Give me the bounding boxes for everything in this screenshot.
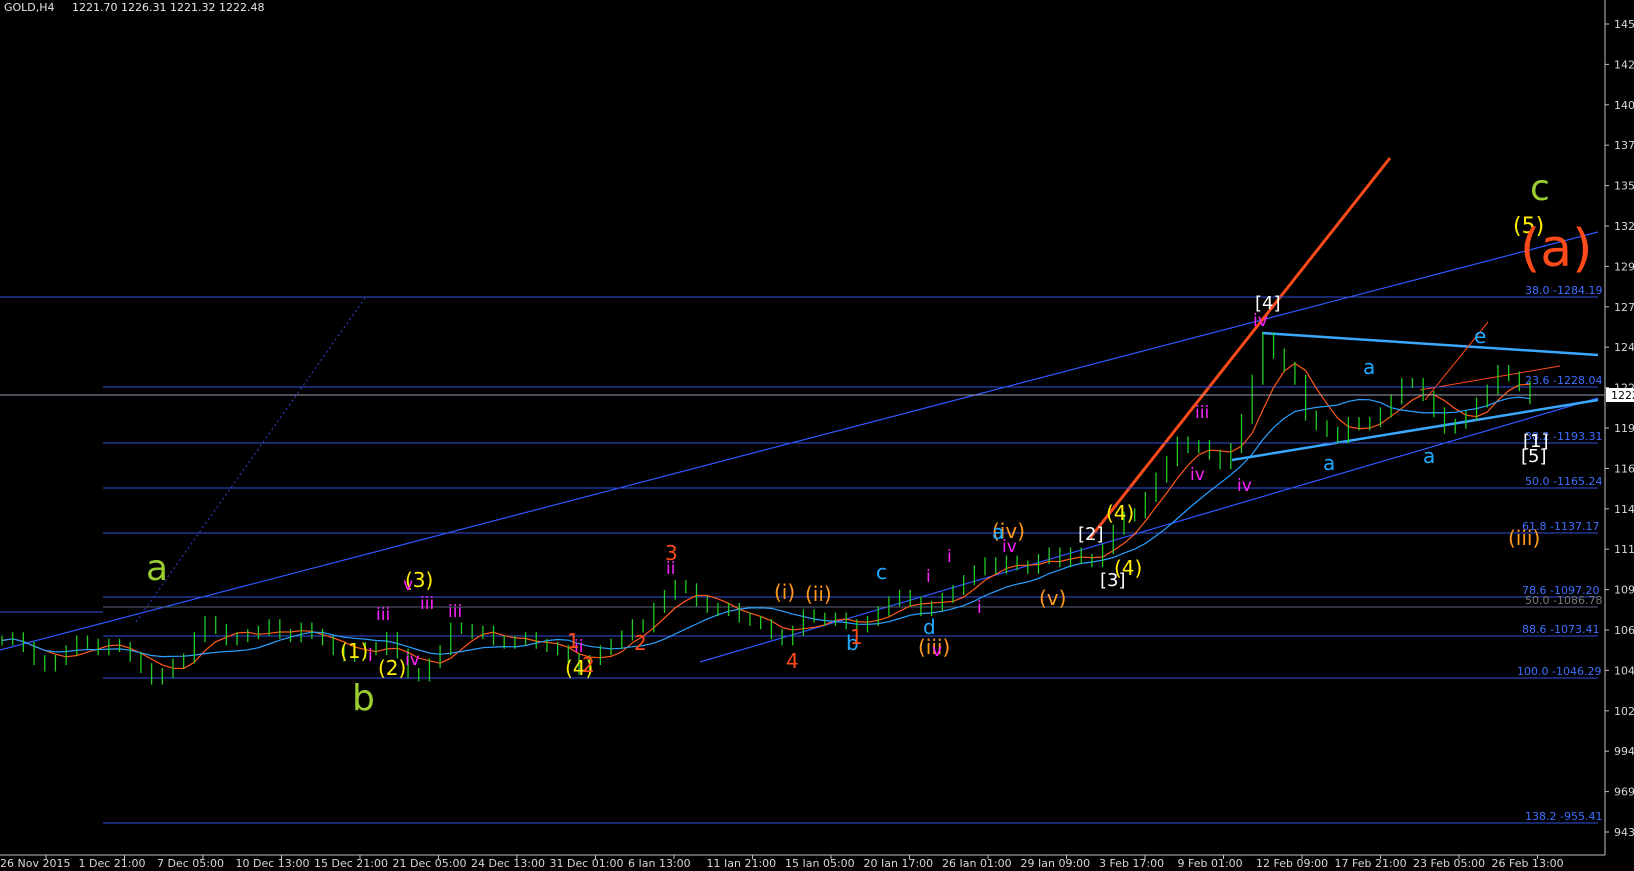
wave-label: a <box>146 548 168 589</box>
time-tick-label: 7 Dec 05:00 <box>157 857 224 867</box>
time-tick-label: 15 Dec 21:00 <box>314 857 388 867</box>
wave-label: a <box>1323 451 1335 475</box>
price-tick-label: 1298 <box>1614 260 1634 273</box>
price-tick-label: 1195 <box>1614 422 1634 435</box>
wave-label: iv <box>1002 537 1017 557</box>
price-tick-label: 1065 <box>1614 624 1634 637</box>
time-tick-label: 1 Dec 21:00 <box>79 857 146 867</box>
time-tick-label: 31 Dec 01:00 <box>550 857 624 867</box>
ohlc-readout: 1221.70 1226.31 1221.32 1222.48 <box>72 1 264 14</box>
wave-label: v <box>403 575 413 595</box>
price-tick-label: 1324 <box>1614 220 1634 233</box>
price-tick-label: 1143 <box>1614 503 1634 516</box>
wave-label: (i) <box>774 580 795 604</box>
price-tick-label: 1040 <box>1614 664 1634 677</box>
time-tick-label: 26 Feb 13:00 <box>1492 857 1564 867</box>
wave-label: c <box>876 560 887 584</box>
wave-label: iii <box>420 594 434 614</box>
price-tick-label: 994 <box>1614 745 1634 758</box>
fib-level-label: 100.0 -1046.29 <box>1517 665 1601 678</box>
wave-label: iii <box>376 605 390 625</box>
price-tick-label: 1020 <box>1614 705 1634 718</box>
time-tick-label: 26 Nov 2015 <box>0 857 70 867</box>
wave-label: i <box>947 547 952 567</box>
wave-label: iv <box>1237 476 1252 496</box>
wave-label: 2 <box>582 653 595 677</box>
wave-label: [5] <box>1521 446 1547 467</box>
wave-label: (2) <box>378 656 406 680</box>
fib-level-label: 50.0 -1086.78 <box>1525 594 1602 607</box>
fib-level-label: 38.0 -1284.19 <box>1525 284 1602 297</box>
price-chart[interactable]: 38.0 -1284.1923.6 -1228.0438.2 -1193.315… <box>0 0 1634 870</box>
time-tick-label: 23 Feb 05:00 <box>1413 857 1485 867</box>
wave-label: iv <box>1253 311 1268 331</box>
wave-label: 2 <box>634 631 647 655</box>
fib-level-label: 50.0 -1165.24 <box>1525 475 1602 488</box>
wave-label: 1 <box>850 625 863 649</box>
time-tick-label: 15 Jan 05:00 <box>785 857 855 867</box>
time-tick-label: 3 Feb 17:00 <box>1099 857 1164 867</box>
wave-label: v <box>932 641 942 661</box>
time-tick-label: 29 Jan 09:00 <box>1021 857 1091 867</box>
price-tick-label: 1350 <box>1614 180 1634 193</box>
wave-label: i <box>368 646 373 666</box>
wave-label: e <box>1474 324 1486 348</box>
time-tick-label: 6 Jan 13:00 <box>628 857 691 867</box>
price-tick-label: 943 <box>1614 826 1634 839</box>
wave-label: (iii) <box>1508 526 1540 550</box>
time-tick-label: 9 Feb 01:00 <box>1178 857 1243 867</box>
symbol-label: GOLD,H4 <box>4 1 55 14</box>
wave-label: 4 <box>786 649 799 673</box>
wave-label: i <box>926 567 931 587</box>
price-tick-label: 1272 <box>1614 301 1634 314</box>
time-tick-label: 20 Jan 17:00 <box>864 857 934 867</box>
fib-level-label: 138.2 -955.41 <box>1525 810 1602 823</box>
wave-label: (1) <box>340 639 368 663</box>
fib-level-label: 23.6 -1228.04 <box>1525 374 1602 387</box>
price-tick-label: 1091 <box>1614 584 1634 597</box>
wave-label: iii <box>1195 403 1209 423</box>
wave-label: (a) <box>1520 219 1592 279</box>
time-tick-label: 26 Jan 01:00 <box>942 857 1012 867</box>
time-tick-label: 10 Dec 13:00 <box>236 857 310 867</box>
price-tick-label: 1169 <box>1614 462 1634 475</box>
price-tick-label: 1458 <box>1614 18 1634 31</box>
price-tick-label: 1117 <box>1614 543 1634 556</box>
wave-label: (4) <box>1114 556 1142 580</box>
wave-label: (4) <box>1106 501 1134 525</box>
wave-label: c <box>1530 168 1550 209</box>
wave-label: b <box>352 678 375 719</box>
price-tick-label: 1375 <box>1614 139 1634 152</box>
wave-label: ii <box>666 559 675 579</box>
fib-level-label: 88.6 -1073.41 <box>1522 623 1599 636</box>
time-tick-label: 24 Dec 13:00 <box>471 857 545 867</box>
chart-area[interactable]: 38.0 -1284.19 23.6 -1228.04 38.2 -1193.31 5… <box>0 0 1634 870</box>
time-tick-label: 11 Jan 21:00 <box>707 857 777 867</box>
wave-label: iii <box>448 602 462 622</box>
time-tick-label: 12 Feb 09:00 <box>1256 857 1328 867</box>
time-tick-label: 17 Feb 21:00 <box>1335 857 1407 867</box>
current-price-label: 1222 <box>1611 389 1634 402</box>
wave-label: iv <box>1190 465 1205 485</box>
price-tick-label: 969 <box>1614 786 1634 799</box>
wave-label: a <box>1363 355 1375 379</box>
wave-label: 1 <box>567 629 580 653</box>
wave-label: i <box>977 598 982 618</box>
wave-label: a <box>1423 444 1435 468</box>
wave-label: iv <box>405 650 420 670</box>
price-tick-label: 1246 <box>1614 341 1634 354</box>
wave-label: (ii) <box>805 582 832 606</box>
wave-label: d <box>923 615 936 639</box>
price-tick-label: 1427 <box>1614 58 1634 71</box>
time-tick-label: 21 Dec 05:00 <box>393 857 467 867</box>
price-tick-label: 1401 <box>1614 99 1634 112</box>
wave-label: [2] <box>1078 524 1104 545</box>
wave-label: (v) <box>1039 586 1066 610</box>
